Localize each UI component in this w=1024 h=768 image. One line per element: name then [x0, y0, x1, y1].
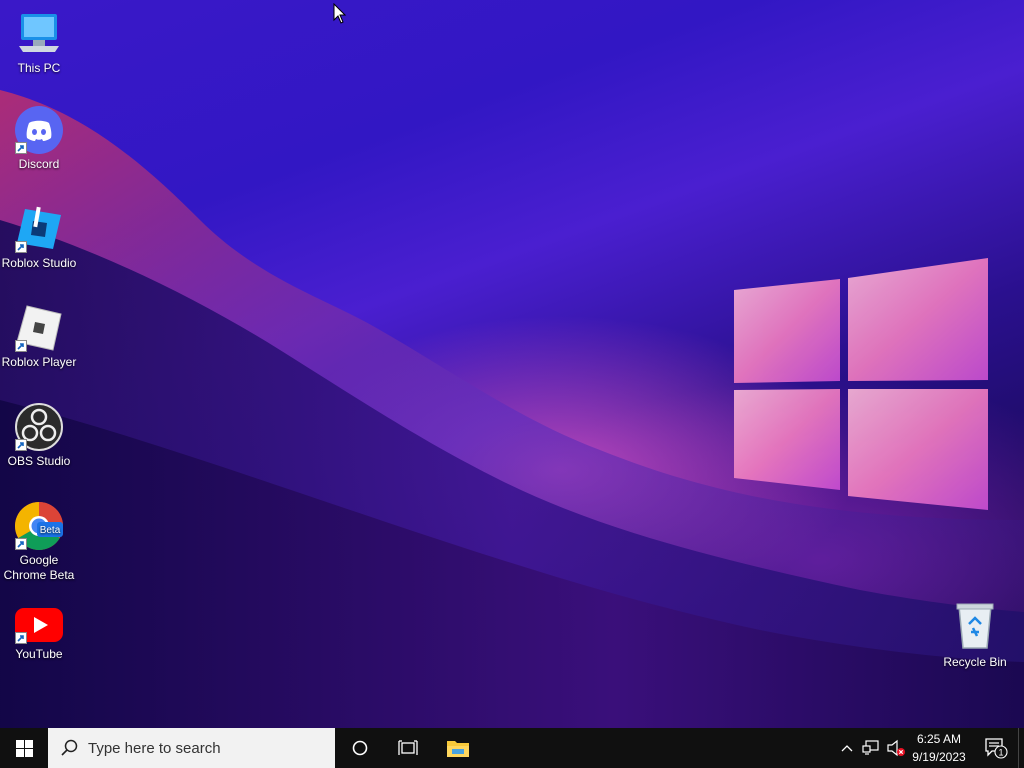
network-icon — [862, 740, 879, 755]
chevron-up-icon — [841, 745, 853, 752]
shortcut-arrow-icon — [15, 142, 27, 154]
recycle-bin-icon — [951, 602, 999, 652]
desktop-icon-label: OBS Studio — [7, 454, 71, 468]
desktop-icon-label: YouTube — [15, 647, 63, 661]
notification-count: 1 — [998, 748, 1003, 758]
shortcut-arrow-icon — [15, 632, 27, 644]
shortcut-arrow-icon — [15, 439, 27, 451]
windows-logo-icon — [15, 739, 33, 757]
shortcut-arrow-icon — [15, 241, 27, 253]
search-placeholder: Type here to search — [88, 739, 221, 757]
discord-icon-tile[interactable]: Discord — [0, 106, 78, 172]
chrome-beta-icon-tile[interactable]: Beta Google Chrome Beta — [0, 502, 78, 583]
desktop-icon-label: Discord — [18, 157, 60, 171]
desktop-wallpaper — [0, 0, 1024, 728]
clock[interactable]: 6:25 AM 9/19/2023 — [908, 730, 970, 766]
clock-date: 9/19/2023 — [912, 750, 966, 764]
this-pc-icon — [15, 10, 63, 58]
volume-muted-icon — [887, 739, 905, 757]
task-view-button[interactable] — [384, 728, 432, 768]
roblox-player-icon — [15, 304, 63, 352]
file-explorer-button[interactable] — [434, 728, 482, 768]
task-view-icon — [398, 740, 418, 755]
recycle-bin-icon-tile[interactable]: Recycle Bin — [936, 602, 1014, 670]
file-explorer-folder-icon — [447, 741, 469, 757]
search-box[interactable]: Type here to search — [48, 728, 335, 768]
roblox-studio-icon — [15, 205, 63, 253]
beta-badge: Beta — [40, 525, 61, 536]
desktop-icon-label: Roblox Studio — [1, 256, 77, 270]
taskbar: Type here to search 6:25 AM 9/19/2023 1 — [0, 728, 1024, 768]
roblox-player-icon-tile[interactable]: Roblox Player — [0, 304, 78, 370]
start-button[interactable] — [0, 728, 48, 768]
search-icon — [61, 739, 78, 756]
shortcut-arrow-icon — [15, 538, 27, 550]
cortana-button[interactable] — [336, 728, 384, 768]
desktop-icon-label: Google Chrome Beta — [3, 553, 75, 582]
notification-icon: 1 — [985, 738, 1008, 759]
shortcut-arrow-icon — [15, 340, 27, 352]
show-hidden-icons-button[interactable] — [836, 728, 858, 768]
cortana-circle-icon — [352, 740, 368, 756]
network-button[interactable] — [859, 728, 883, 768]
desktop-icon-label: Roblox Player — [1, 355, 77, 369]
discord-icon — [15, 106, 63, 154]
roblox-studio-icon-tile[interactable]: Roblox Studio — [0, 205, 78, 271]
chrome-beta-icon: Beta — [14, 502, 64, 551]
this-pc-icon-tile[interactable]: This PC — [0, 10, 78, 76]
desktop-icon-label: This PC — [17, 61, 61, 75]
clock-time: 6:25 AM — [916, 732, 962, 746]
volume-button[interactable] — [884, 728, 908, 768]
wallpaper-waves — [0, 90, 1024, 728]
obs-studio-icon-tile[interactable]: OBS Studio — [0, 403, 78, 469]
youtube-icon-tile[interactable]: YouTube — [0, 604, 78, 662]
obs-studio-icon — [15, 403, 63, 451]
mouse-cursor-icon — [333, 3, 347, 24]
action-center-button[interactable]: 1 — [978, 728, 1014, 768]
youtube-icon — [15, 604, 63, 644]
show-desktop-button[interactable] — [1018, 728, 1024, 768]
desktop-icon-label: Recycle Bin — [943, 655, 1007, 669]
